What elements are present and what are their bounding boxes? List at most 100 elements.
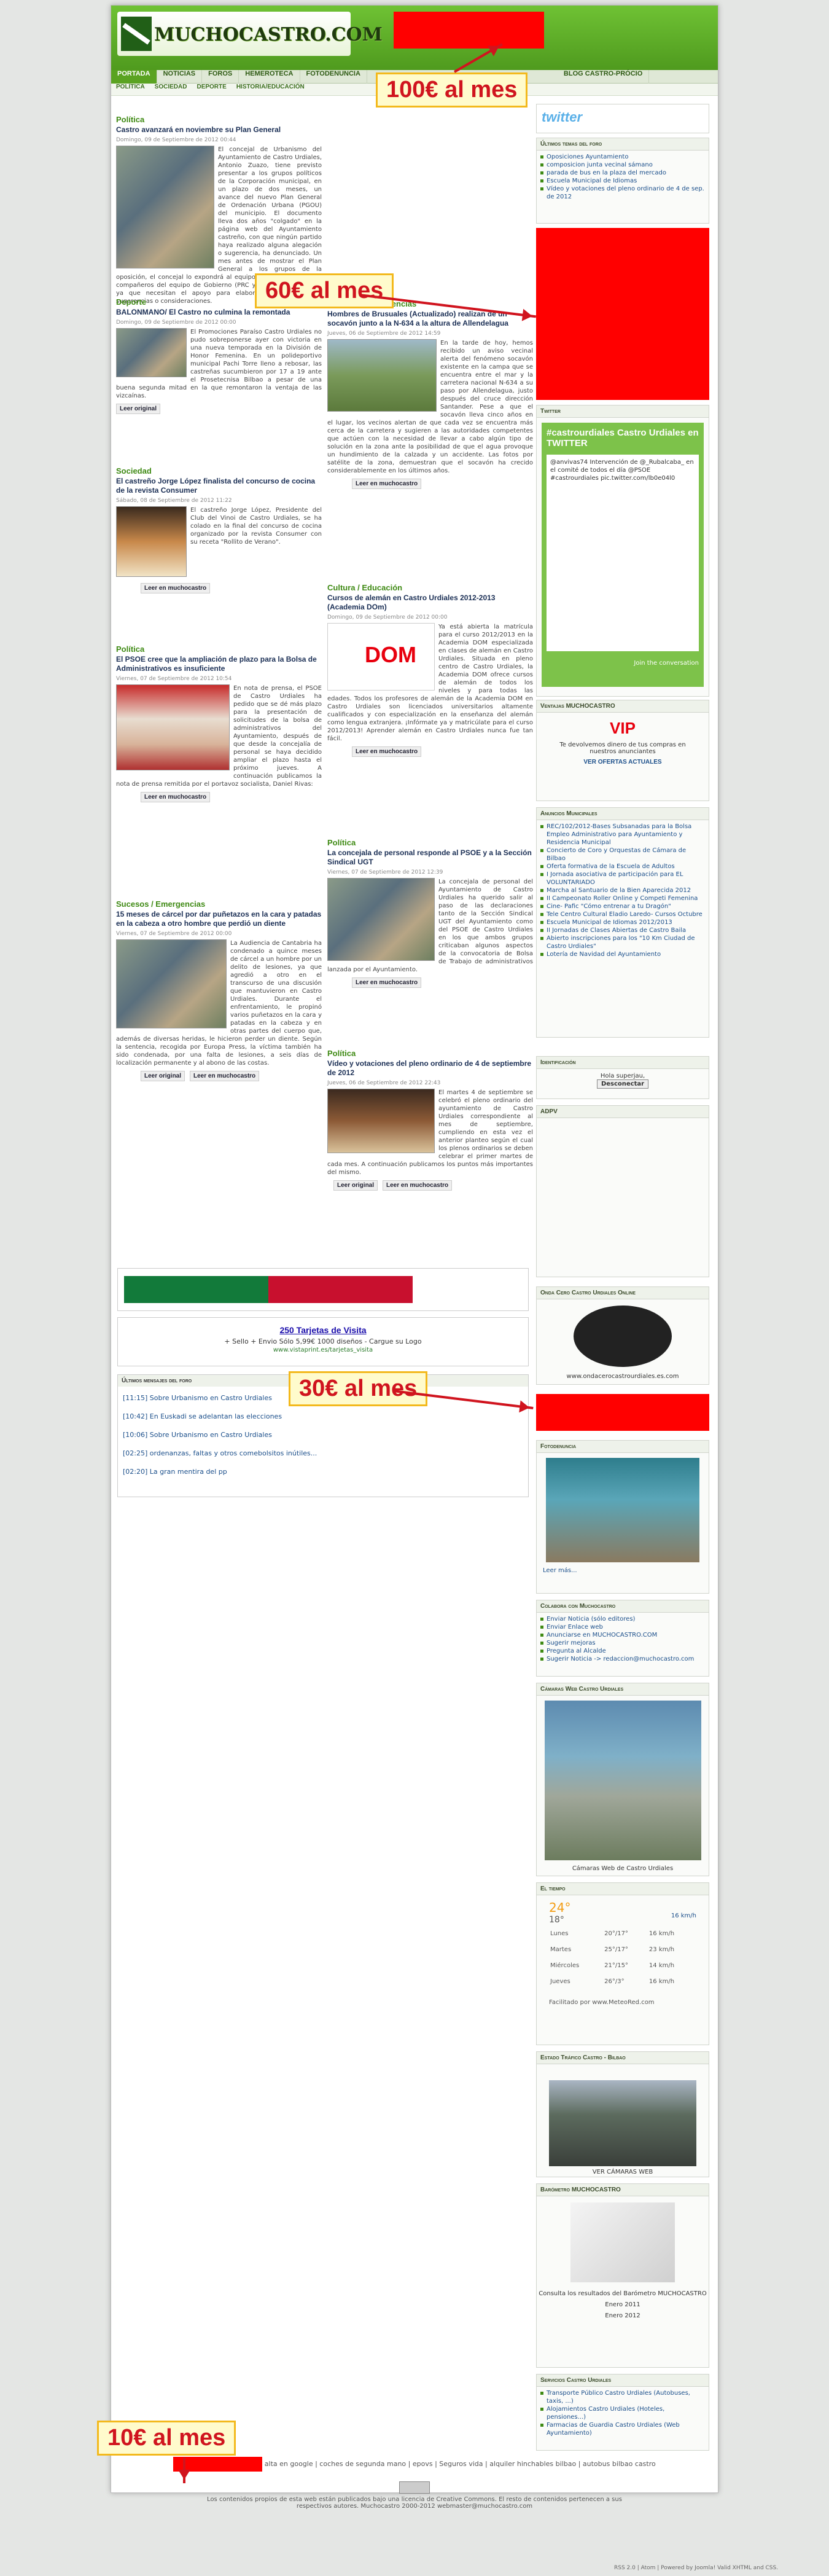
sidebar-small-ad-slot[interactable] <box>536 1394 709 1431</box>
list-item[interactable]: Enviar Noticia (sólo editores) <box>540 1615 705 1623</box>
article-category[interactable]: Sucesos / Emergencias <box>116 899 322 909</box>
list-item[interactable]: Enviar Enlace web <box>540 1623 705 1631</box>
header-ad-slot[interactable] <box>394 12 544 49</box>
box-title: Servicios Castro Urdiales <box>537 2374 709 2387</box>
tab-noticias[interactable]: NOTICIAS <box>157 70 203 84</box>
list-item[interactable]: Cine- Pafic "Cómo entrenar a tu Dragón" <box>540 902 705 910</box>
text-ad-title[interactable]: 250 Tarjetas de Visita <box>118 1325 528 1335</box>
subtab-sociedad[interactable]: SOCIEDAD <box>150 84 192 96</box>
tab-hemeroteca[interactable]: HEMEROTECA <box>239 70 300 84</box>
text-ad-url[interactable]: www.vistaprint.es/tarjetas_visita <box>118 1347 528 1353</box>
tab-blog[interactable]: BLOG CASTRO-PRÓCIO <box>558 70 650 84</box>
list-item[interactable]: Concierto de Coro y Orquestas de Cámara … <box>540 847 705 863</box>
article-title[interactable]: La concejala de personal responde al PSO… <box>327 848 533 867</box>
tab-foros[interactable]: FOROS <box>202 70 239 84</box>
banner-ad[interactable] <box>117 1268 529 1311</box>
article-category[interactable]: Política <box>116 115 322 124</box>
list-item[interactable]: Alojamientos Castro Urdiales (Hoteles, p… <box>540 2405 705 2421</box>
list-item[interactable]: Anunciarse en MUCHOCASTRO.COM <box>540 1631 705 1639</box>
read-original-button[interactable]: Leer original <box>333 1180 378 1191</box>
barometro-image[interactable] <box>570 2202 675 2282</box>
read-here-button[interactable]: Leer en muchocastro <box>352 977 422 988</box>
read-here-button[interactable]: Leer en muchocastro <box>190 1071 260 1081</box>
list-item[interactable]: composicion junta vecinal sámano <box>540 161 705 169</box>
twitter-widget[interactable]: #castrourdiales Castro Urdiales en TWITT… <box>542 423 704 687</box>
ver-ofertas-link[interactable]: VER OFERTAS ACTUALES <box>537 759 709 765</box>
webcam-link[interactable]: Cámaras Web de Castro Urdiales <box>537 1865 709 1872</box>
read-more-link[interactable]: Leer más... <box>543 1567 709 1574</box>
subtab-deporte[interactable]: DEPORTE <box>192 84 231 96</box>
tweet[interactable]: @anvivas74 Intervención de @_Rubalcaba_ … <box>547 455 699 651</box>
article-title[interactable]: El castreño Jorge López finalista del co… <box>116 477 322 495</box>
traffic-cameras-link[interactable]: VER CÁMARAS WEB <box>537 2169 709 2175</box>
footer-license: Los contenidos propios de esta web están… <box>207 2496 622 2510</box>
list-item[interactable]: II Campeonato Roller Online y Competi Fe… <box>540 895 705 902</box>
article-title[interactable]: BALONMANO/ El Castro no culmina la remon… <box>116 308 322 317</box>
list-item[interactable]: Abierto inscripciones para los "10 Km Ci… <box>540 934 705 950</box>
list-item[interactable]: Marcha al Santuario de la Bien Aparecida… <box>540 887 705 895</box>
list-item[interactable]: Sugerir Noticia -> redaccion@muchocastro… <box>540 1655 705 1663</box>
login-box: Identificación Hola superjau, Desconecta… <box>536 1056 709 1099</box>
barometro-link[interactable]: Enero 2011 <box>537 2300 709 2311</box>
article-category[interactable]: Política <box>116 644 322 654</box>
adpv-box: ADPV <box>536 1105 709 1277</box>
list-item[interactable]: Farmacias de Guardia Castro Urdiales (We… <box>540 2421 705 2437</box>
list-item[interactable]: Tele Centro Cultural Eladio Laredo- Curs… <box>540 910 705 918</box>
article-category[interactable]: Política <box>327 1049 533 1058</box>
logout-button[interactable]: Desconectar <box>596 1079 649 1089</box>
read-original-button[interactable]: Leer original <box>141 1071 185 1081</box>
article-image <box>116 684 230 770</box>
tab-fotodenuncia[interactable]: FOTODENUNCIA <box>300 70 367 84</box>
sidebar-ad-slot[interactable] <box>536 228 709 400</box>
site-logo[interactable]: MUCHOCASTRO.COM <box>117 12 383 56</box>
footer-links[interactable]: alta en google | coches de segunda mano … <box>265 2460 656 2468</box>
list-item[interactable]: II Jornadas de Clases Abiertas de Castro… <box>540 926 705 934</box>
creative-commons-icon[interactable] <box>399 2481 430 2494</box>
read-here-button[interactable]: Leer en muchocastro <box>352 746 422 757</box>
tab-portada[interactable]: PORTADA <box>111 70 157 84</box>
article-title[interactable]: 15 meses de cárcel por dar puñetazos en … <box>116 910 322 928</box>
article-category[interactable]: Cultura / Educación <box>327 583 533 592</box>
list-item[interactable]: Transporte Público Castro Urdiales (Auto… <box>540 2389 705 2405</box>
list-item[interactable]: Escuela Municipal de Idiomas <box>540 177 705 185</box>
weather-source-link[interactable]: Facilitado por www.MeteoRed.com <box>549 1999 696 2006</box>
twitter-join-link[interactable]: Join the conversation <box>547 660 699 667</box>
forum-post-link[interactable]: [02:25] ordenanzas, faltas y otros comeb… <box>123 1444 523 1463</box>
list-item[interactable]: Oposiciones Ayuntamiento <box>540 153 705 161</box>
article-title[interactable]: Castro avanzará en noviembre su Plan Gen… <box>116 125 322 135</box>
fotodenuncia-image[interactable] <box>546 1458 699 1562</box>
article-title[interactable]: Cursos de alemán en Castro Urdiales 2012… <box>327 593 533 612</box>
banner-ad-image[interactable] <box>124 1276 413 1303</box>
list-item[interactable]: Pregunta al Alcalde <box>540 1647 705 1655</box>
webcam-image[interactable] <box>544 1701 701 1860</box>
list-item[interactable]: Lotería de Navidad del Ayuntamiento <box>540 950 705 958</box>
article-title[interactable]: Vídeo y votaciones del pleno ordinario d… <box>327 1059 533 1078</box>
barometro-link[interactable]: Enero 2012 <box>537 2311 709 2322</box>
onda-cero-logo[interactable] <box>574 1306 672 1367</box>
forum-post-link[interactable]: [02:20] La gran mentira del pp <box>123 1463 523 1481</box>
vip-logo[interactable]: VIP <box>537 719 709 738</box>
list-item[interactable]: parada de bus en la plaza del mercado <box>540 169 705 177</box>
twitter-banner[interactable]: twitter <box>536 104 709 133</box>
read-here-button[interactable]: Leer en muchocastro <box>141 583 211 593</box>
forum-post-link[interactable]: [10:42] En Euskadi se adelantan las elec… <box>123 1407 523 1426</box>
list-item[interactable]: Oferta formativa de la Escuela de Adulto… <box>540 863 705 871</box>
article-category[interactable]: Política <box>327 838 533 847</box>
read-here-button[interactable]: Leer en muchocastro <box>141 792 211 802</box>
traffic-camera-image[interactable] <box>549 2080 696 2166</box>
subtab-politica[interactable]: POLÍTICA <box>111 84 150 96</box>
text-ad[interactable]: 250 Tarjetas de Visita + Sello + Envio S… <box>117 1317 529 1366</box>
subtab-historia[interactable]: HISTORIA/EDUCACIÓN <box>232 84 309 96</box>
list-item[interactable]: REC/102/2012-Bases Subsanadas para la Bo… <box>540 823 705 847</box>
article-category[interactable]: Sociedad <box>116 466 322 476</box>
list-item[interactable]: Sugerir mejoras <box>540 1639 705 1647</box>
onda-cero-link[interactable]: www.ondacerocastrourdiales.es.com <box>537 1373 709 1380</box>
read-here-button[interactable]: Leer en muchocastro <box>352 479 422 489</box>
read-here-button[interactable]: Leer en muchocastro <box>383 1180 453 1191</box>
list-item[interactable]: Vídeo y votaciones del pleno ordinario d… <box>540 185 705 201</box>
list-item[interactable]: I Jornada asociativa de participación pa… <box>540 871 705 887</box>
read-original-button[interactable]: Leer original <box>116 404 161 414</box>
list-item[interactable]: Escuela Municipal de Idiomas 2012/2013 <box>540 918 705 926</box>
article-title[interactable]: El PSOE cree que la ampliación de plazo … <box>116 655 322 673</box>
forum-post-link[interactable]: [10:06] Sobre Urbanismo en Castro Urdial… <box>123 1426 523 1444</box>
